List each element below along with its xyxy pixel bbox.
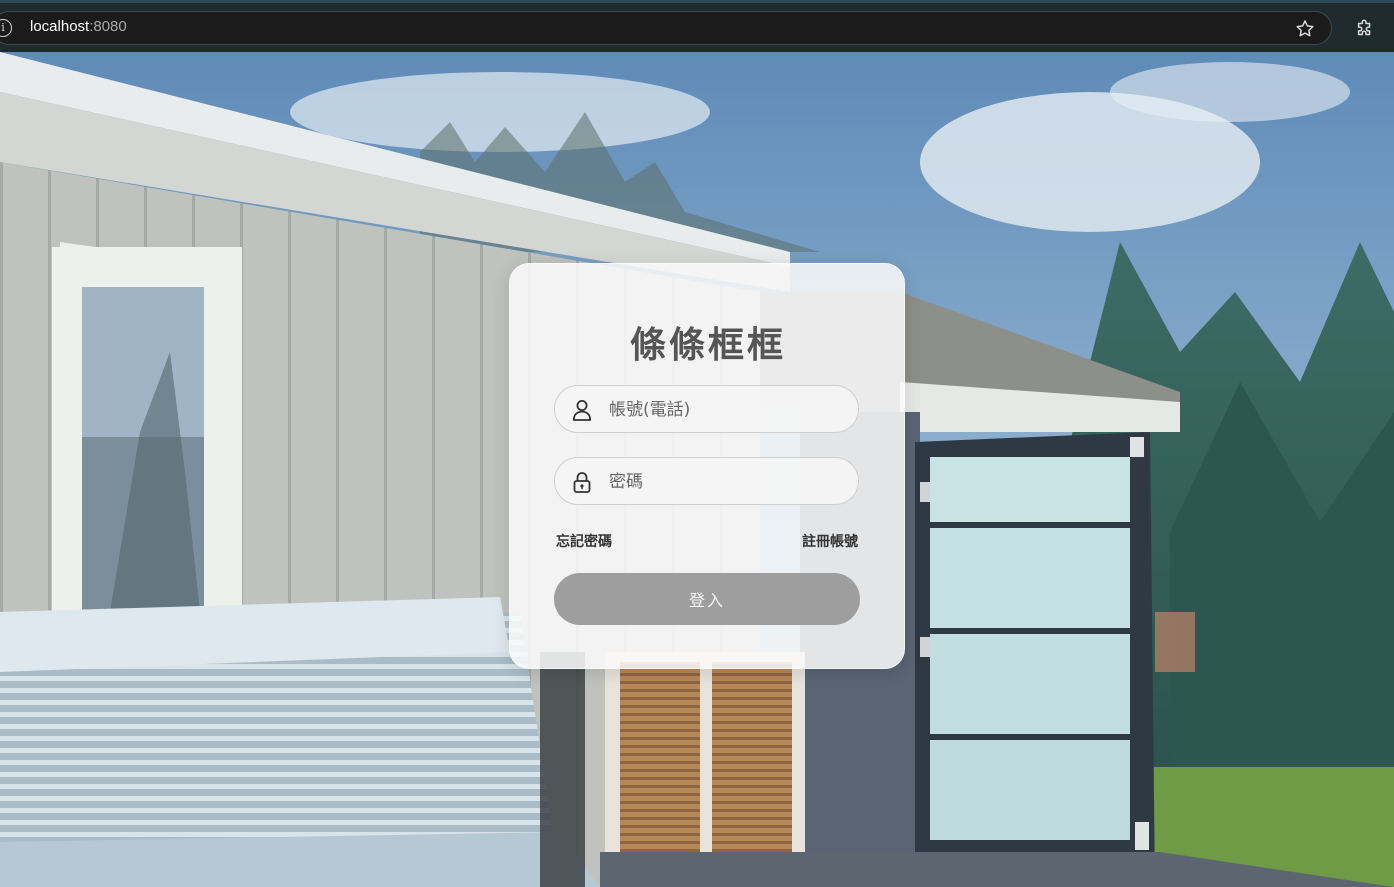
bookmark-star-icon[interactable] — [1294, 18, 1316, 40]
url-port: :8080 — [89, 18, 127, 35]
login-title: 條條框框 — [629, 325, 786, 366]
url-host: localhost — [30, 18, 90, 35]
account-field[interactable] — [554, 385, 859, 433]
forgot-password-link[interactable]: 忘記密碼 — [556, 531, 612, 551]
lock-icon — [573, 472, 591, 493]
url-text[interactable]: localhost:8080 — [30, 18, 127, 35]
address-bar[interactable] — [0, 11, 1332, 45]
login-button[interactable]: 登入 — [554, 573, 860, 625]
extensions-puzzle-icon[interactable] — [1354, 18, 1376, 40]
password-input[interactable] — [607, 466, 851, 498]
account-input[interactable] — [607, 394, 851, 426]
browser-toolbar: i localhost:8080 — [0, 0, 1394, 52]
register-link[interactable]: 註冊帳號 — [802, 531, 858, 551]
login-card: 條條框框 忘記密碼 註冊帳號 登入 — [509, 263, 905, 669]
password-field[interactable] — [554, 457, 859, 505]
user-icon — [572, 400, 592, 421]
